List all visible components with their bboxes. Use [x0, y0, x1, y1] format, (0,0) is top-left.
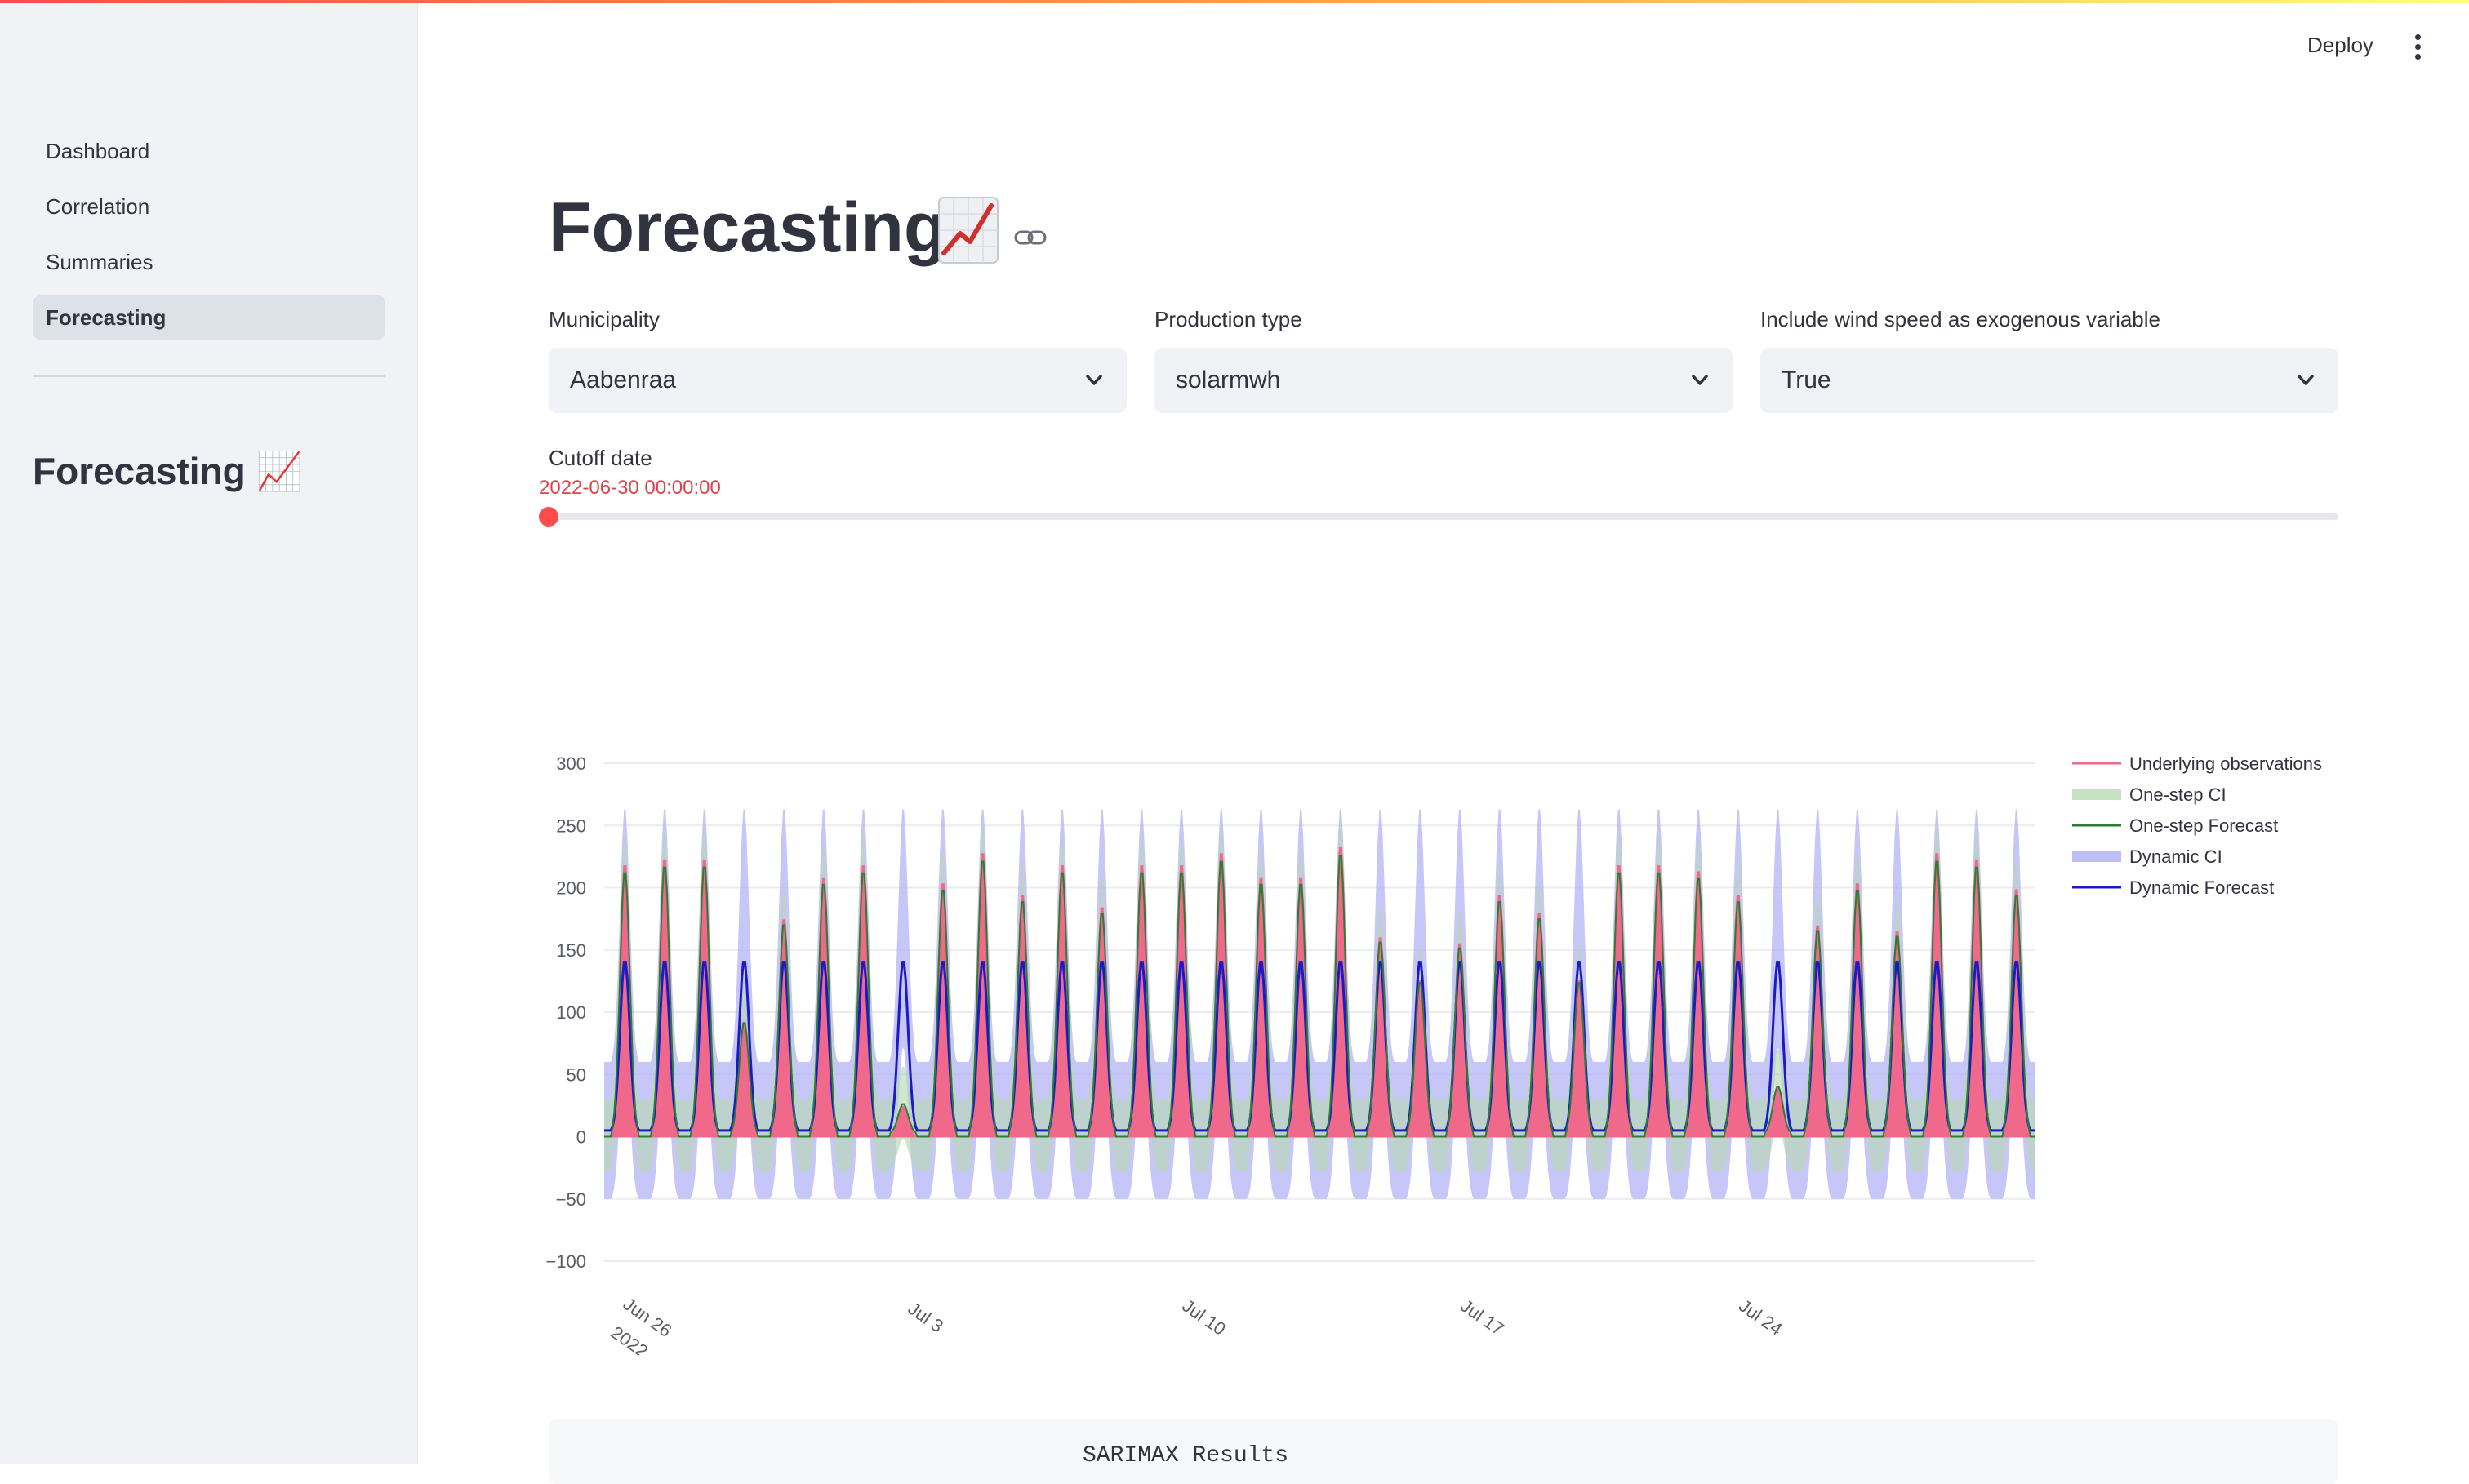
legend-label: One-step CI	[2129, 784, 2227, 805]
results-panel: SARIMAX Results	[549, 1419, 2338, 1484]
cutoff-slider-track[interactable]	[549, 513, 2338, 520]
sidebar-divider	[33, 375, 385, 377]
cutoff-date-value: 2022-06-30 00:00:00	[539, 477, 721, 499]
x-tick-label: Jul 17	[1457, 1295, 1507, 1340]
y-tick-label: 200	[556, 878, 586, 899]
chevron-down-icon	[1692, 375, 1708, 385]
x-tick-label: Jul 24	[1735, 1295, 1786, 1340]
production-type-value: solarmwh	[1176, 367, 1281, 393]
municipality-select[interactable]: Aabenraa	[549, 348, 1127, 413]
legend-label: Dynamic CI	[2129, 846, 2222, 867]
legend-label: Underlying observations	[2129, 753, 2322, 774]
production-type-label: Production type	[1154, 307, 1302, 331]
y-tick-label: 0	[576, 1127, 586, 1148]
page-title: Forecasting	[549, 189, 947, 267]
cutoff-date-label: Cutoff date	[549, 446, 652, 470]
wind-speed-label: Include wind speed as exogenous variable	[1760, 307, 2161, 331]
municipality-label: Municipality	[549, 307, 660, 331]
y-tick-label: 250	[556, 815, 586, 836]
y-axis-ticks: 300 250 200 150 100 50 0 −50 −100	[545, 753, 586, 1272]
y-tick-label: 300	[556, 753, 586, 774]
chevron-down-icon	[2298, 375, 2314, 385]
x-axis-ticks: Jun 262022Jul 3 Jul 10 Jul 17 Jul 24	[607, 1294, 1786, 1355]
x-tick-label: Jul 3	[905, 1298, 947, 1336]
y-tick-label: −100	[545, 1251, 586, 1272]
y-tick-label: −50	[556, 1189, 586, 1210]
chart-increasing-icon	[938, 197, 999, 264]
kebab-menu-icon[interactable]	[2405, 34, 2430, 64]
sidebar-item-summaries[interactable]: Summaries	[33, 240, 385, 284]
x-tick-label: Jul 10	[1178, 1295, 1229, 1340]
chevron-down-icon	[1086, 375, 1102, 385]
legend-label: One-step Forecast	[2129, 815, 2278, 836]
production-type-select[interactable]: solarmwh	[1154, 348, 1733, 413]
y-tick-label: 150	[556, 940, 586, 961]
y-tick-label: 100	[556, 1002, 586, 1023]
wind-speed-select[interactable]: True	[1760, 348, 2338, 413]
sidebar-item-correlation[interactable]: Correlation	[33, 184, 385, 229]
forecast-chart: 300250200150100500−50−100 Jun 262022Jul …	[545, 753, 2322, 1355]
sidebar-item-forecasting[interactable]: Forecasting	[33, 295, 385, 340]
sidebar-heading: Forecasting 📈	[33, 450, 303, 492]
sidebar-item-dashboard[interactable]: Dashboard	[33, 129, 385, 173]
deploy-button[interactable]: Deploy	[2307, 33, 2373, 58]
link-icon[interactable]	[1014, 225, 1047, 250]
results-title: SARIMAX Results	[1083, 1443, 1289, 1468]
chart-legend: Underlying observations One-step CI One-st…	[2072, 753, 2322, 898]
y-tick-label: 50	[567, 1064, 586, 1085]
wind-speed-value: True	[1782, 367, 1831, 393]
sidebar: Dashboard Correlation Summaries Forecast…	[0, 3, 418, 1464]
municipality-value: Aabenraa	[570, 367, 677, 393]
legend-label: Dynamic Forecast	[2129, 878, 2274, 898]
cutoff-slider-thumb[interactable]	[539, 507, 558, 527]
